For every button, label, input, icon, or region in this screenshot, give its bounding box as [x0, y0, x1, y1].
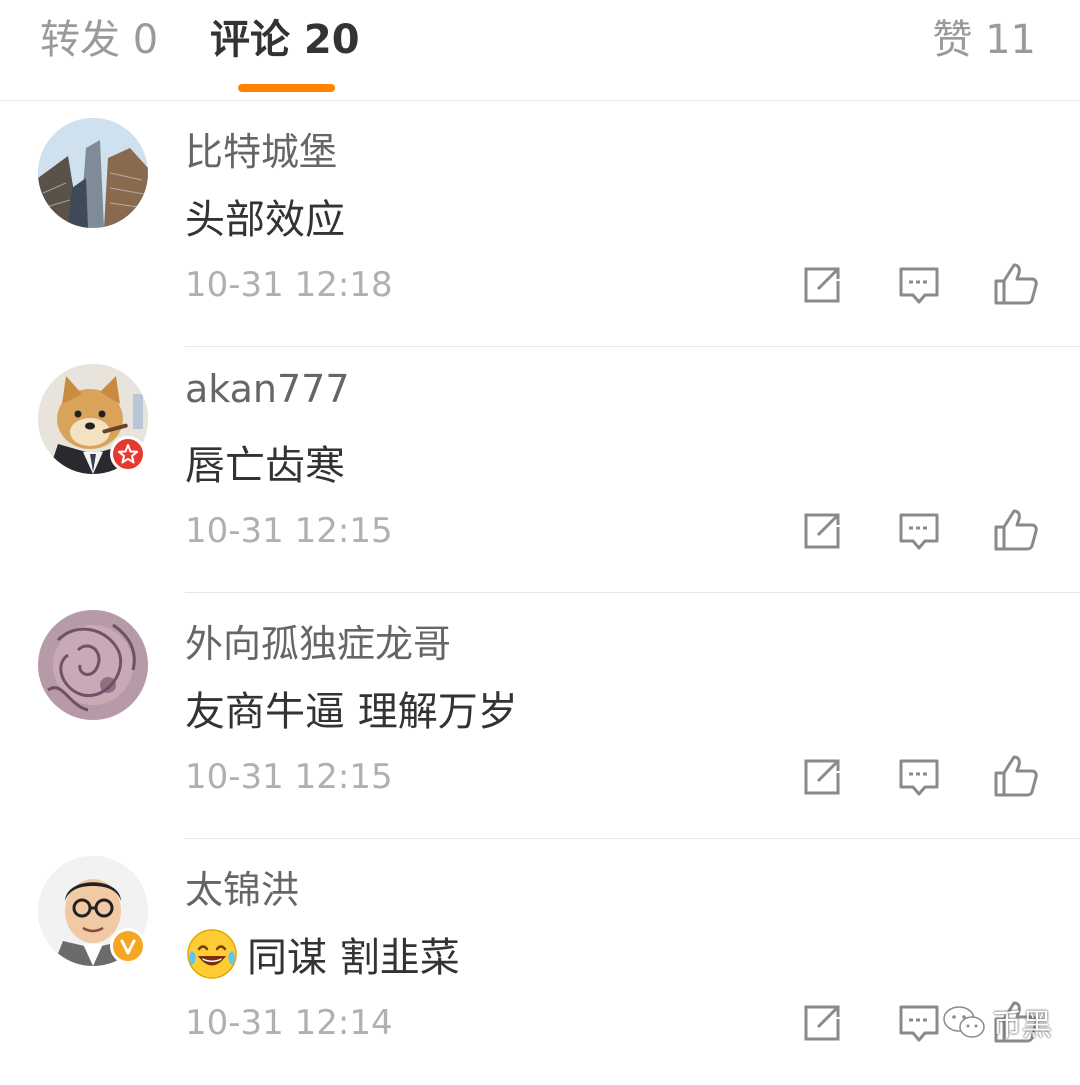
red-star-badge-icon [110, 436, 146, 472]
tab-bar: 转发 0 评论 20 赞 11 [0, 0, 1080, 101]
comment-item: akan777 唇亡齿寒 10-31 12:15 [0, 347, 1080, 593]
tab-comments[interactable]: 评论 20 [210, 14, 360, 66]
user-avatar[interactable] [38, 118, 148, 228]
comment-text-body: 唇亡齿寒 [185, 443, 345, 489]
laughing-tears-emoji-icon [187, 929, 237, 979]
repost-icon[interactable] [798, 507, 846, 555]
comment-item: 比特城堡 头部效应 10-31 12:18 [0, 101, 1080, 347]
comment-time: 10-31 12:18 [185, 265, 393, 305]
orange-v-badge-icon [110, 928, 146, 964]
comment-text-body: 同谋 割韭菜 [247, 935, 460, 981]
comment-text-body: 友商牛逼 理解万岁 [185, 689, 518, 735]
comment-item: 外向孤独症龙哥 友商牛逼 理解万岁 10-31 12:15 [0, 593, 1080, 839]
comment-icon[interactable] [895, 999, 943, 1047]
comment-text: 友商牛逼 理解万岁 [185, 679, 518, 737]
comment-item: 太锦洪 同谋 割韭菜 10-31 12:14 [0, 839, 1080, 1085]
comment-icon[interactable] [895, 261, 943, 309]
repost-icon[interactable] [798, 261, 846, 309]
comment-time: 10-31 12:15 [185, 511, 393, 551]
comment-time: 10-31 12:15 [185, 757, 393, 797]
wechat-logo-icon [943, 1006, 985, 1038]
user-avatar[interactable] [38, 610, 148, 720]
comment-icon[interactable] [895, 507, 943, 555]
repost-icon[interactable] [798, 753, 846, 801]
comment-icon[interactable] [895, 753, 943, 801]
thumbs-up-icon[interactable] [992, 753, 1040, 801]
comment-text: 头部效应 [185, 187, 345, 245]
watermark-text: 币黑 [992, 1008, 1052, 1043]
comment-text-body: 头部效应 [185, 197, 345, 243]
tab-repost[interactable]: 转发 0 [40, 14, 158, 66]
comment-username[interactable]: 外向孤独症龙哥 [185, 613, 451, 668]
tab-likes[interactable]: 赞 11 [932, 14, 1036, 66]
comment-username[interactable]: akan777 [185, 367, 350, 411]
wechat-watermark: 币黑 [942, 1000, 1052, 1044]
city-buildings-avatar-image [38, 118, 148, 228]
active-tab-indicator [238, 84, 335, 92]
comment-username[interactable]: 太锦洪 [185, 859, 299, 914]
comment-username[interactable]: 比特城堡 [185, 121, 337, 176]
purple-art-avatar-image [38, 610, 148, 720]
comment-text: 唇亡齿寒 [185, 433, 345, 491]
thumbs-up-icon[interactable] [992, 261, 1040, 309]
comment-time: 10-31 12:14 [185, 1003, 393, 1043]
thumbs-up-icon[interactable] [992, 507, 1040, 555]
comment-text: 同谋 割韭菜 [185, 925, 460, 983]
repost-icon[interactable] [798, 999, 846, 1047]
